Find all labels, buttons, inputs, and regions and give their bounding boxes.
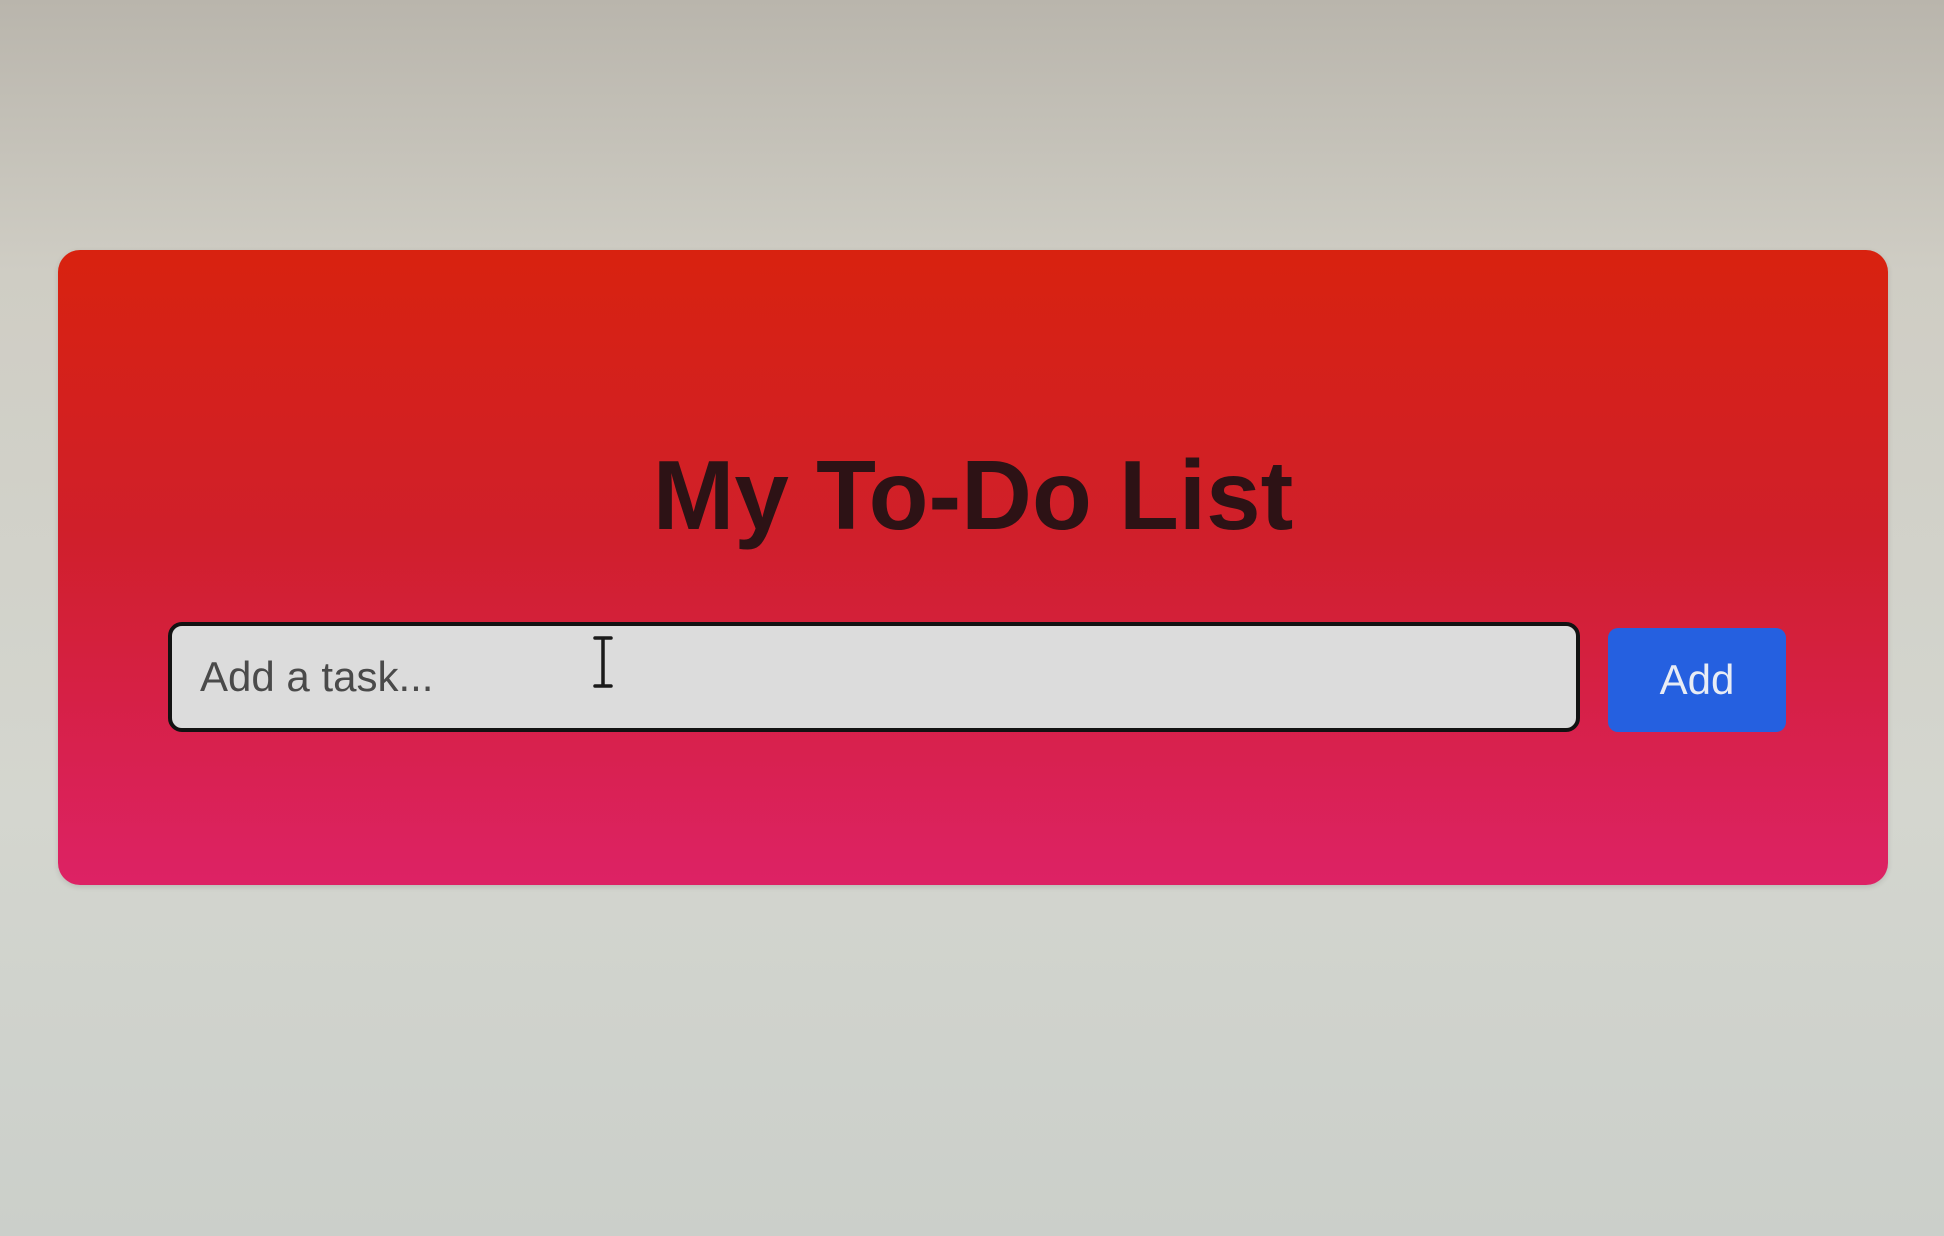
add-button[interactable]: Add [1608,628,1786,732]
page-title: My To-Do List [652,440,1294,550]
task-input[interactable] [168,622,1580,732]
todo-card: My To-Do List Add [58,250,1888,885]
